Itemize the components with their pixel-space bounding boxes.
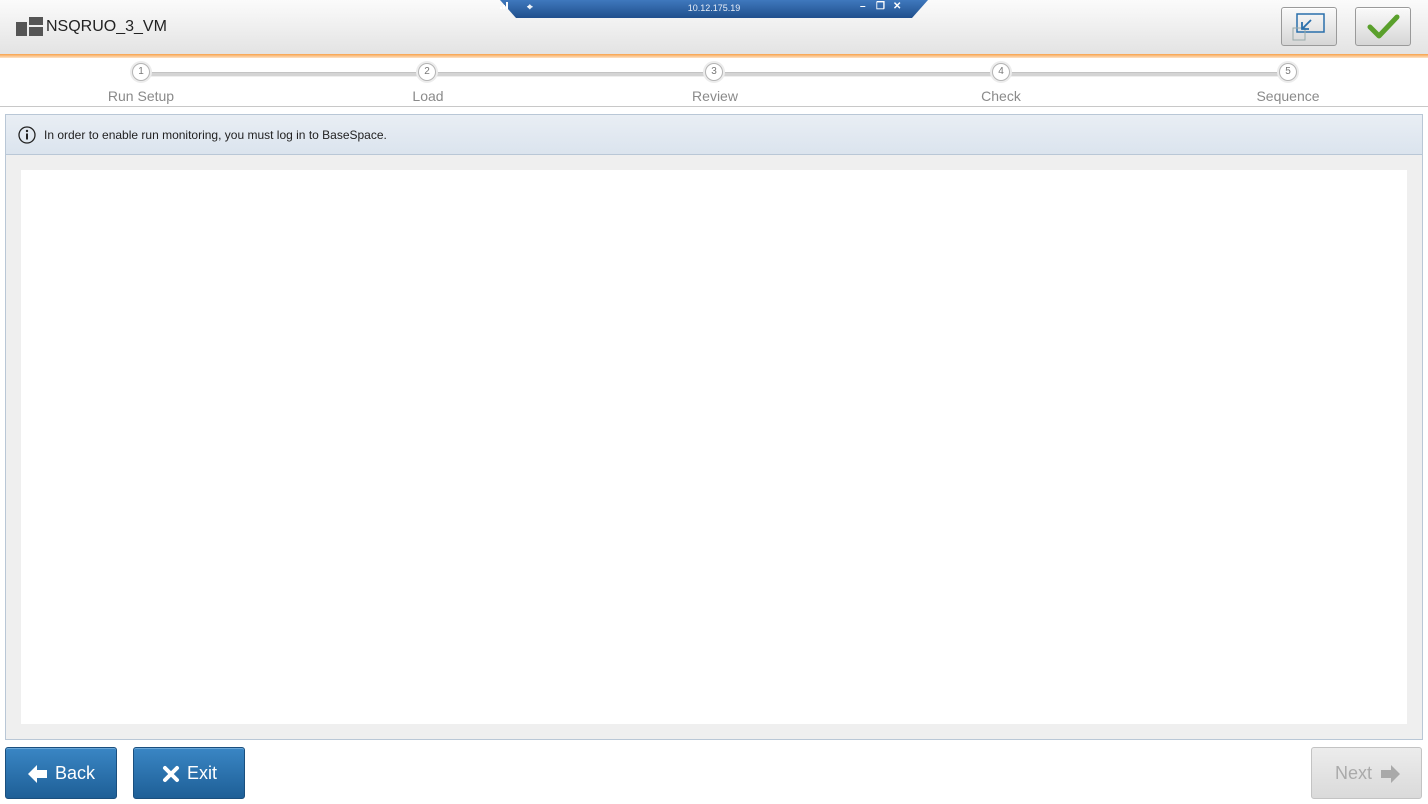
close-icon: [163, 766, 179, 782]
remote-connection-bar[interactable]: ⌖ 10.12.175.19 – ❐ ✕: [500, 0, 928, 18]
step-4-marker: 4: [992, 63, 1010, 81]
window-icon: [16, 17, 43, 36]
back-button[interactable]: Back: [5, 747, 117, 799]
step-1-marker: 1: [132, 63, 150, 81]
info-icon: [18, 126, 36, 144]
step-2-label: Load: [412, 88, 444, 104]
step-connector: [436, 72, 704, 77]
restore-down-icon: [1292, 13, 1325, 41]
step-connector: [1010, 72, 1278, 77]
exit-label: Exit: [187, 763, 218, 783]
confirm-button[interactable]: [1355, 7, 1411, 46]
content-frame: In order to enable run monitoring, you m…: [5, 114, 1423, 740]
exit-button[interactable]: Exit: [133, 747, 245, 799]
next-label: Next: [1335, 763, 1373, 783]
next-button[interactable]: Next: [1311, 747, 1422, 799]
app-title: NSQRUO_3_VM: [46, 18, 167, 35]
login-web-panel[interactable]: [21, 170, 1407, 724]
step-connector: [150, 72, 418, 77]
step-5-marker: 5: [1279, 63, 1297, 81]
step-connector: [723, 72, 991, 77]
arrow-right-icon: [1381, 765, 1400, 783]
workflow-stepper: 1 2 3 4 5 Run Setup Load Review Check Se…: [0, 58, 1428, 107]
info-message: In order to enable run monitoring, you m…: [44, 128, 387, 142]
info-banner: In order to enable run monitoring, you m…: [6, 115, 1422, 155]
step-2-marker: 2: [418, 63, 436, 81]
step-3-marker: 3: [705, 63, 723, 81]
checkmark-icon: [1367, 14, 1400, 39]
step-3-label: Review: [692, 88, 738, 104]
step-1-label: Run Setup: [107, 88, 175, 104]
restore-view-button[interactable]: [1281, 7, 1337, 46]
step-4-label: Check: [981, 88, 1021, 104]
arrow-left-icon: [28, 765, 47, 783]
rdp-minimize-button[interactable]: –: [860, 1, 866, 12]
step-5-label: Sequence: [1256, 88, 1320, 104]
rdp-restore-button[interactable]: ❐: [876, 1, 885, 12]
rdp-close-button[interactable]: ✕: [893, 1, 901, 12]
back-label: Back: [55, 763, 96, 783]
